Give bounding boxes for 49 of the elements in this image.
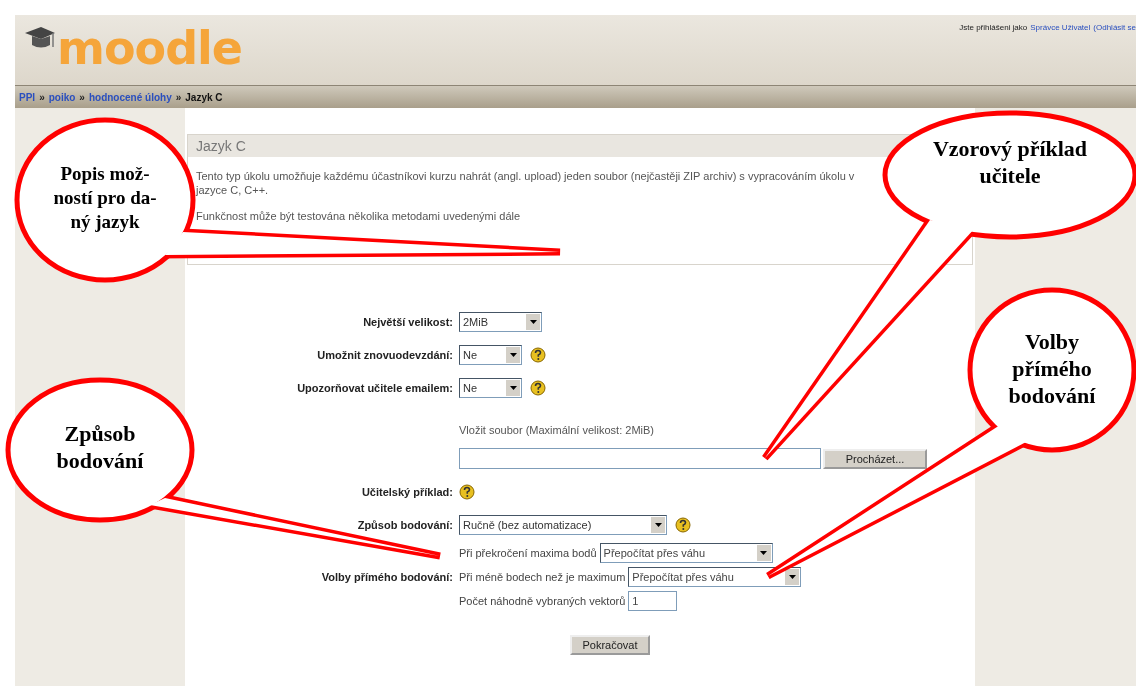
breadcrumb-separator: » <box>175 91 182 103</box>
dropdown[interactable]: Ručně (bez automatizace) <box>459 514 667 535</box>
logout-link[interactable]: (Odhlásit se <box>1093 23 1136 32</box>
option-label: Při méně bodech než je maximum <box>459 571 626 583</box>
field-label: Učitelský příklad: <box>360 485 454 498</box>
field-label: Volby přímého bodování: <box>320 571 454 583</box>
help-icon[interactable] <box>459 483 475 500</box>
callout-text: ností pro da- <box>53 186 157 210</box>
dropdown[interactable]: Přepočítat přes váhu <box>599 543 773 563</box>
dropdown[interactable]: Ne <box>459 344 522 365</box>
callout-text: Vzorový příklad <box>932 135 1088 162</box>
callout-text: přímého <box>1012 355 1092 382</box>
callout-text: Způsob <box>64 420 136 447</box>
breadcrumb-separator: » <box>79 91 85 103</box>
caret-icon <box>760 551 768 555</box>
file-input[interactable] <box>459 448 821 469</box>
field-label: Upozorňovat učitele emailem: <box>296 381 454 394</box>
help-icon[interactable] <box>530 346 546 363</box>
dropdown[interactable]: Přepočítat přes váhu <box>628 567 802 587</box>
callout-text: ný jazyk <box>70 210 140 234</box>
description-text: Tento typ úkolu umožňuje každému účastníkovi kurzu nahrát (angl. upload) jeden soubor (nejčastěji ZIP archiv) s vypracováním úkolu v jazyce C, C++. <box>196 169 856 197</box>
field-label: Způsob bodování: <box>356 518 454 531</box>
browse-button[interactable]: Procházet... <box>823 448 927 469</box>
continue-button[interactable]: Pokračovat <box>570 635 650 655</box>
callout-text: bodování <box>56 447 144 474</box>
option-label: Při překročení maxima bodů <box>459 547 597 559</box>
callout-text: učitele <box>979 162 1041 189</box>
dropdown[interactable]: 2MiB <box>459 311 542 332</box>
caret-icon <box>509 352 517 357</box>
dropdown[interactable]: Ne <box>459 377 522 398</box>
field-label: Umožnit znovuodevzdání: <box>316 348 454 361</box>
callout-text: bodování <box>1008 382 1096 409</box>
note-text: Funkčnost může být testována několika metodami uvedenými dále <box>196 209 522 223</box>
login-text: Jste přihlášeni jako <box>959 23 1028 32</box>
caret-icon <box>529 319 537 324</box>
field-label: Největší velikost: <box>362 315 454 328</box>
help-icon[interactable] <box>530 379 546 396</box>
current-page-title: Jazyk C <box>185 91 223 103</box>
help-icon[interactable] <box>675 516 691 533</box>
upload-hint: Vložit soubor (Maximální velikost: 2MiB) <box>459 424 654 436</box>
number-field[interactable]: 1 <box>628 591 678 611</box>
breadcrumb-separator: » <box>39 91 45 103</box>
caret-icon <box>654 522 662 527</box>
logo: moodle <box>57 25 243 71</box>
option-label: Počet náhodně vybraných vektorů <box>459 595 626 607</box>
user-link[interactable]: Správce Uživatel <box>1030 23 1091 32</box>
callout-text: Popis mož- <box>60 162 150 186</box>
caret-icon <box>509 385 517 390</box>
callout-text: Volby <box>1024 328 1080 355</box>
